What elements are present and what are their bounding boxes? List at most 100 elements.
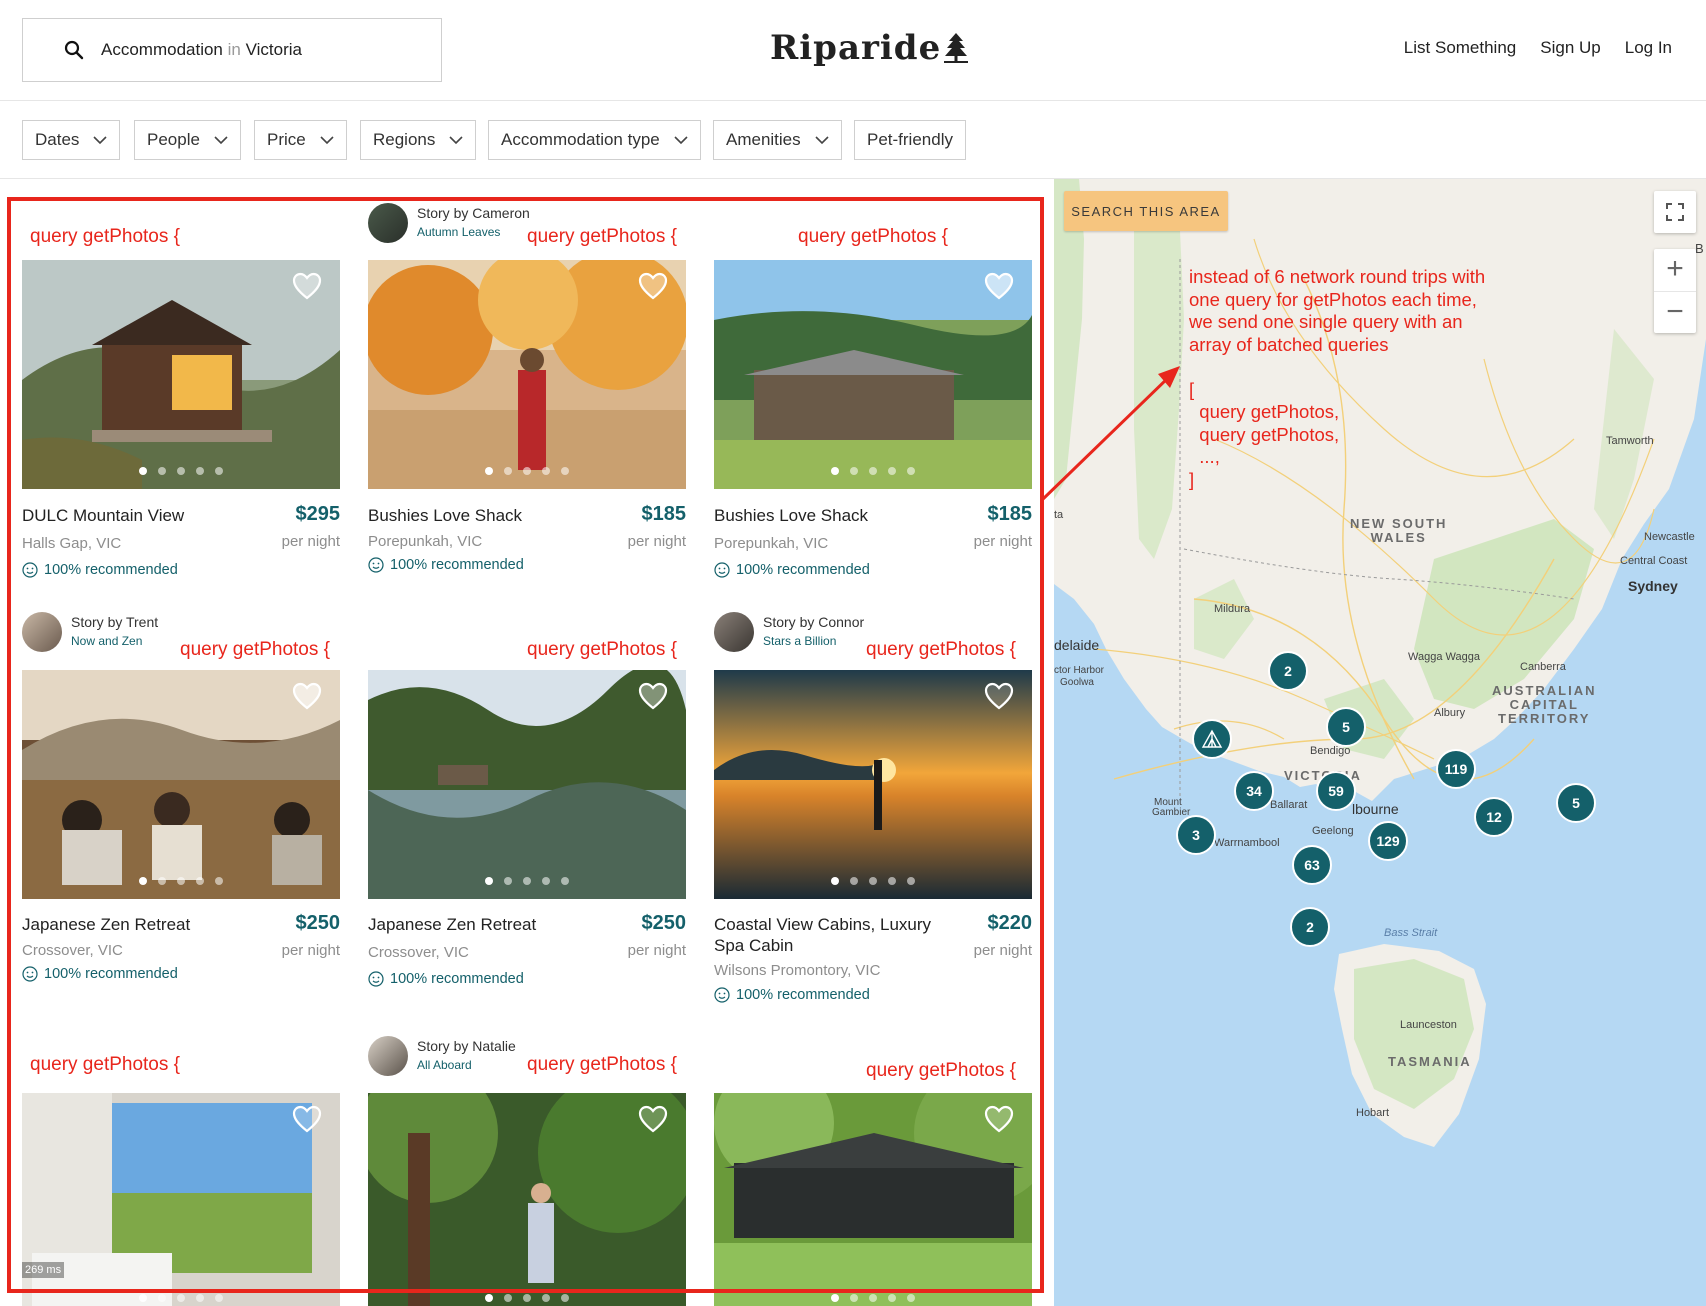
per-night: per night [627,533,686,550]
fullscreen-button[interactable] [1654,191,1696,233]
story-author: Story by Cameron [417,205,530,221]
carousel-dots[interactable] [368,467,686,475]
zoom-out-button[interactable]: − [1654,291,1696,333]
story-trent[interactable]: Story by Trent Now and Zen [22,612,158,652]
story-author: Story by Natalie [417,1038,516,1054]
map-cluster[interactable]: 3 [1176,815,1216,855]
chevron-down-icon [93,135,107,144]
sign-up-link[interactable]: Sign Up [1540,38,1600,58]
listing-name[interactable]: Bushies Love Shack [368,505,588,526]
map-cluster[interactable]: 119 [1436,749,1476,789]
listing-location: Porepunkah, VIC [368,533,483,550]
filter-people[interactable]: People [134,120,241,160]
carousel-dots[interactable] [22,1294,340,1302]
listing-name[interactable]: Bushies Love Shack [714,505,934,526]
carousel-dots[interactable] [368,1294,686,1302]
query-label: query getPhotos { [30,1054,180,1075]
query-label: query getPhotos { [30,226,180,247]
map-cluster[interactable]: 2 [1268,651,1308,691]
story-title: Autumn Leaves [417,225,501,239]
listing-photo[interactable] [22,1093,340,1306]
smiley-icon [22,966,38,982]
filter-dates[interactable]: Dates [22,120,121,160]
listing-photo[interactable] [714,670,1032,899]
story-connor[interactable]: Story by Connor Stars a Billion [714,612,864,652]
carousel-dots[interactable] [714,467,1032,475]
chevron-down-icon [449,135,463,144]
place-label: Warrnambool [1214,837,1280,849]
filter-price[interactable]: Price [254,120,347,160]
query-label: query getPhotos { [527,639,677,660]
carousel-dots[interactable] [714,1294,1032,1302]
query-label: query getPhotos { [527,1054,677,1075]
listing-price: $250 [641,912,687,934]
tent-icon [1201,729,1223,748]
filter-bar: Dates People Price Regions Accommodation… [0,101,1706,179]
heart-icon[interactable] [638,682,668,710]
listing-photo[interactable] [22,670,340,899]
per-night: per night [627,942,686,959]
carousel-dots[interactable] [714,877,1032,885]
heart-icon[interactable] [984,682,1014,710]
listing-name[interactable]: Japanese Zen Retreat [22,914,242,935]
header-nav: List Something Sign Up Log In [1404,38,1672,58]
query-label: query getPhotos { [527,226,677,247]
query-label: query getPhotos { [180,639,330,660]
listing-photo[interactable] [368,1093,686,1306]
listing-photo[interactable] [22,260,340,489]
filter-pet-friendly[interactable]: Pet-friendly [854,120,966,160]
filter-amenities[interactable]: Amenities [713,120,842,160]
listing-name[interactable]: Coastal View Cabins, Luxury Spa Cabin [714,914,934,956]
place-label: Gambier [1152,807,1191,818]
heart-icon[interactable] [984,1105,1014,1133]
listing-photo[interactable] [714,260,1032,489]
zoom-controls: + − [1654,249,1696,333]
log-in-link[interactable]: Log In [1625,38,1672,58]
carousel-dots[interactable] [22,877,340,885]
heart-icon[interactable] [292,1105,322,1133]
map-cluster[interactable]: 34 [1234,771,1274,811]
place-label: Tamworth [1606,435,1654,447]
place-label: ta [1054,509,1064,521]
header: Accommodation in Victoria Riparide List … [0,0,1706,101]
story-cameron[interactable]: Story by Cameron Autumn Leaves [368,203,530,243]
search-input[interactable]: Accommodation in Victoria [22,18,442,82]
place-label: Albury [1434,707,1466,719]
listing-photo[interactable] [714,1093,1032,1306]
search-this-area-button[interactable]: SEARCH THIS AREA [1064,191,1228,231]
map-cluster[interactable]: 12 [1474,797,1514,837]
carousel-dots[interactable] [368,877,686,885]
listing-photo[interactable] [368,260,686,489]
zoom-in-button[interactable]: + [1666,249,1684,291]
map-cluster[interactable]: 59 [1316,771,1356,811]
riparide-logo[interactable]: Riparide [770,28,969,68]
place-label: ctor Harbor [1054,665,1105,676]
filter-regions[interactable]: Regions [360,120,477,160]
heart-icon[interactable] [292,682,322,710]
place-label: Ballarat [1270,799,1308,811]
map-cluster[interactable]: 63 [1292,845,1332,885]
recommended: 100% recommended [714,562,870,578]
listing-name[interactable]: DULC Mountain View [22,505,242,526]
map-cluster[interactable]: 129 [1368,821,1408,861]
carousel-dots[interactable] [22,467,340,475]
listing-photo[interactable] [368,670,686,899]
listing-location: Porepunkah, VIC [714,535,829,552]
story-title: All Aboard [417,1058,472,1072]
story-natalie[interactable]: Story by Natalie All Aboard [368,1036,516,1076]
heart-icon[interactable] [984,272,1014,300]
map-cluster[interactable]: 5 [1326,707,1366,747]
chevron-down-icon [674,135,688,144]
map-cluster[interactable]: 2 [1290,907,1330,947]
listing-name[interactable]: Japanese Zen Retreat [368,914,588,935]
map-cluster-camping[interactable] [1192,719,1232,759]
search-query: Accommodation in Victoria [101,40,302,59]
heart-icon[interactable] [638,1105,668,1133]
heart-icon[interactable] [638,272,668,300]
region-label: AUSTRALIAN CAPITAL TERRITORY [1492,683,1597,726]
smiley-icon [714,562,730,578]
heart-icon[interactable] [292,272,322,300]
map-cluster[interactable]: 5 [1556,783,1596,823]
filter-accommodation-type[interactable]: Accommodation type [488,120,701,160]
list-something-link[interactable]: List Something [1404,38,1516,58]
